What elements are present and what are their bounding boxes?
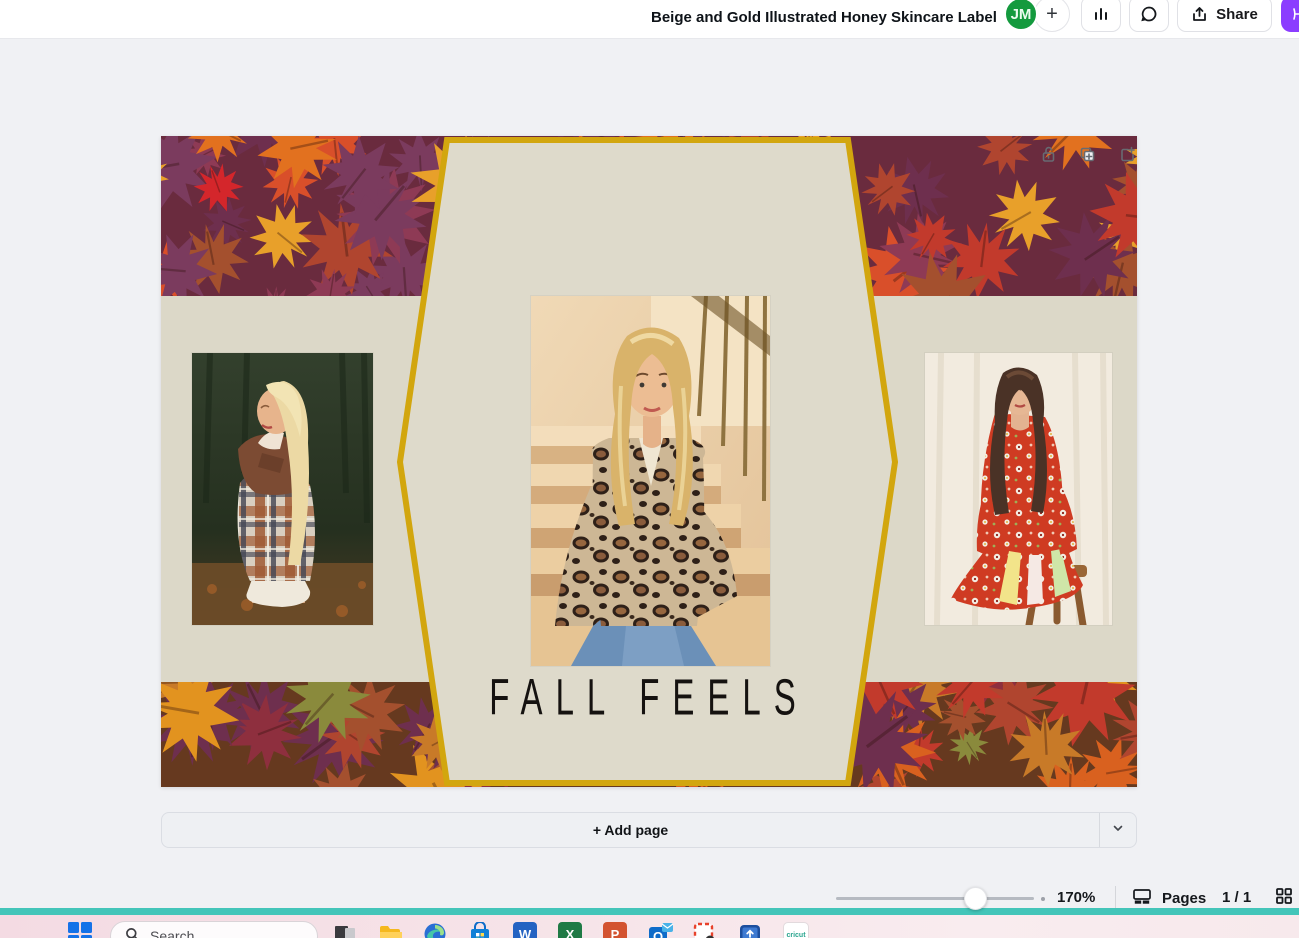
pages-label: Pages — [1162, 890, 1206, 907]
lock-icon[interactable] — [1038, 143, 1059, 165]
canva-assistant-button[interactable] — [1281, 0, 1299, 32]
edge-icon[interactable] — [423, 922, 447, 938]
add-page-icon[interactable] — [1117, 143, 1138, 165]
outlook-icon[interactable]: O — [648, 922, 672, 938]
zoom-slider-thumb[interactable] — [964, 887, 987, 910]
zoom-slider-end-dot — [1041, 897, 1045, 901]
grid-view-button[interactable] — [1274, 886, 1294, 911]
design-page[interactable]: FALL FEELS — [161, 136, 1137, 787]
cricut-icon[interactable]: cricut — [783, 922, 809, 938]
status-bar: 170% Pages 1 / 1 — [0, 874, 1299, 924]
pages-toggle[interactable]: Pages — [1131, 885, 1206, 912]
page-indicator: 1 / 1 — [1222, 889, 1251, 906]
share-upload-icon — [1191, 6, 1208, 23]
page-toolbar — [1038, 143, 1138, 169]
file-explorer-icon[interactable] — [378, 922, 402, 938]
duplicate-page-icon[interactable] — [1077, 143, 1098, 165]
svg-text:O: O — [653, 929, 663, 938]
add-page-bar: + Add page — [161, 812, 1137, 848]
word-icon[interactable]: W — [513, 922, 537, 938]
bar-chart-icon — [1092, 5, 1110, 23]
taskbar-icons: W X P O cricut — [333, 922, 809, 938]
add-page-dropdown[interactable] — [1099, 813, 1136, 847]
photo-leopard-blouse[interactable] — [531, 296, 770, 666]
microsoft-store-icon[interactable] — [468, 922, 492, 938]
avatar[interactable]: JM — [1004, 0, 1038, 31]
photo-plaid-shacket[interactable] — [192, 353, 373, 625]
share-button[interactable]: Share — [1177, 0, 1272, 32]
magic-arrow-icon — [1291, 6, 1299, 22]
zoom-level[interactable]: 170% — [1057, 889, 1095, 906]
statusbar-divider — [1115, 886, 1116, 908]
add-page-button[interactable]: + Add page — [162, 813, 1099, 847]
design-title-text[interactable]: FALL FEELS — [161, 668, 1137, 727]
screen-cast-icon[interactable] — [738, 922, 762, 938]
comment-bubble-icon — [1140, 5, 1158, 23]
snipping-tool-icon[interactable] — [693, 922, 717, 938]
share-label: Share — [1216, 6, 1258, 23]
chevron-down-icon — [1112, 821, 1124, 839]
invite-member-button[interactable]: + — [1034, 0, 1070, 32]
plus-icon: + — [1046, 3, 1058, 26]
grid-view-icon — [1274, 893, 1294, 910]
top-bar: Beige and Gold Illustrated Honey Skincar… — [0, 0, 1299, 39]
pages-icon — [1131, 885, 1153, 912]
task-view-icon[interactable] — [333, 922, 357, 938]
insights-button[interactable] — [1081, 0, 1121, 32]
document-title[interactable]: Beige and Gold Illustrated Honey Skincar… — [651, 3, 997, 33]
editor-workspace: FALL FEELS + Add page 170% Page — [0, 38, 1299, 908]
start-button[interactable] — [68, 922, 92, 938]
search-placeholder: Search — [150, 928, 194, 938]
zoom-slider-track[interactable] — [836, 897, 1034, 900]
powerpoint-icon[interactable]: P — [603, 922, 627, 938]
photo-red-floral-dress[interactable] — [925, 353, 1112, 625]
comments-button[interactable] — [1129, 0, 1169, 32]
search-icon — [125, 927, 140, 938]
excel-icon[interactable]: X — [558, 922, 582, 938]
